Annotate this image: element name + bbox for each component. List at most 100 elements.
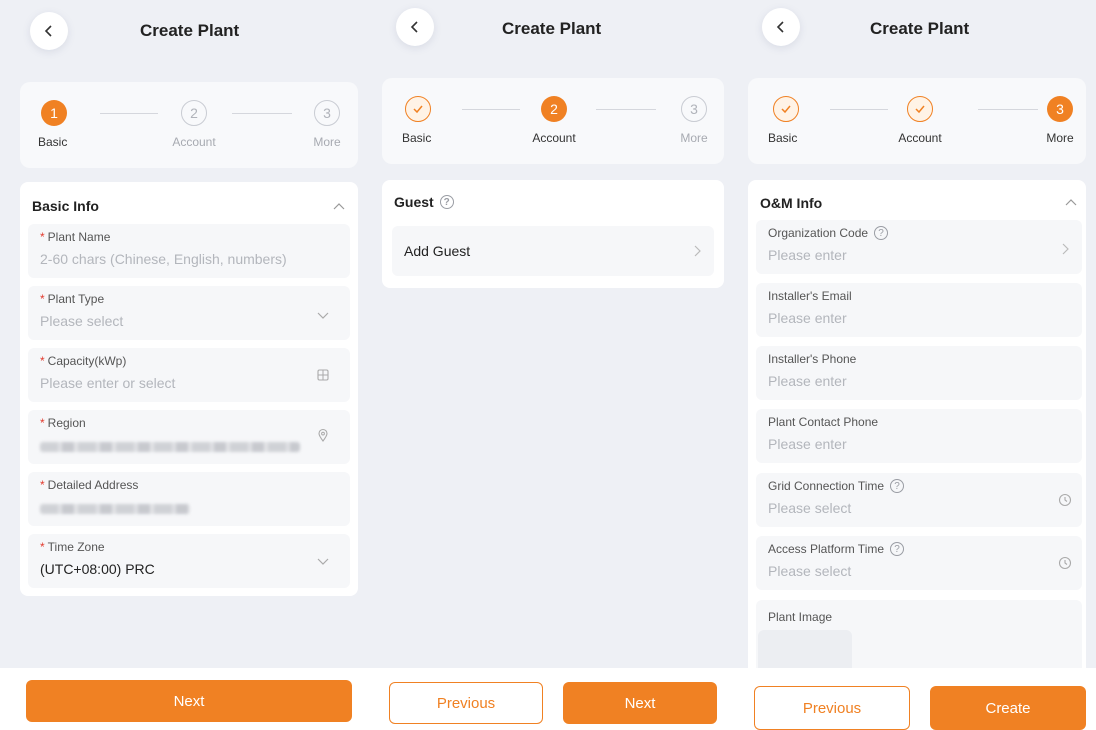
check-icon (413, 105, 423, 114)
plant-name-field[interactable]: * Plant Name 2-60 chars (Chinese, English… (28, 224, 350, 278)
plant-type-placeholder: Please select (40, 313, 124, 329)
step-label: More (313, 135, 341, 149)
field-label: Organization Code? (768, 226, 889, 240)
access-platform-time-label: Access Platform Time (768, 542, 885, 556)
step-more: 3 More (302, 100, 352, 149)
basic-info-card: Basic Info * Plant Name 2-60 chars (Chine… (20, 182, 358, 596)
field-label: Access Platform Time? (768, 542, 905, 556)
step-connector (232, 113, 292, 114)
step-number: 2 (181, 100, 207, 126)
header: Create Plant (0, 0, 368, 64)
step-label: Basic (38, 135, 68, 149)
step-number (405, 96, 431, 122)
screen-account-step: Create Plant Basic 2 Account 3 More Gues… (368, 0, 736, 730)
header: Create Plant (368, 0, 736, 64)
step-basic: 1 Basic (30, 100, 78, 149)
step-label: Basic (768, 131, 798, 145)
add-guest-row[interactable]: Add Guest (392, 226, 714, 276)
stepper: Basic 2 Account 3 More (382, 78, 724, 164)
installer-phone-placeholder: Please enter (768, 373, 847, 389)
back-button[interactable] (762, 8, 800, 46)
plant-type-field[interactable]: * Plant Type Please select (28, 286, 350, 340)
required-mark: * (40, 354, 45, 368)
grid-connection-time-label: Grid Connection Time (768, 479, 885, 493)
back-button[interactable] (30, 12, 68, 50)
plant-image-label: Plant Image (768, 610, 833, 624)
plant-type-label: Plant Type (47, 292, 105, 306)
create-button[interactable]: Create (930, 686, 1086, 730)
previous-button[interactable]: Previous (389, 682, 543, 724)
help-circle-icon[interactable]: ? (874, 226, 889, 240)
chevron-right-icon (1062, 243, 1069, 255)
step-basic: Basic (398, 96, 438, 145)
plant-contact-phone-placeholder: Please enter (768, 436, 847, 452)
step-number (773, 96, 799, 122)
step-number: 2 (541, 96, 567, 122)
screen-basic-step: Create Plant 1 Basic 2 Account 3 More Ba… (0, 0, 368, 730)
field-label: * Plant Name (40, 230, 110, 244)
chevron-up-icon[interactable] (1064, 196, 1078, 210)
organization-code-label: Organization Code (768, 226, 869, 240)
section-title: Basic Info (32, 198, 99, 214)
plant-contact-phone-field[interactable]: Plant Contact Phone Please enter (756, 409, 1082, 463)
guest-title: Guest ? (394, 194, 454, 210)
stepper: Basic Account 3 More (748, 78, 1086, 164)
help-circle-icon[interactable]: ? (890, 542, 905, 556)
field-label: Grid Connection Time? (768, 479, 905, 493)
access-platform-time-placeholder: Please select (768, 563, 852, 579)
om-info-card: O&M Info Organization Code? Please enter… (748, 180, 1086, 700)
screen-more-step: Create Plant Basic Account 3 More O&M In… (736, 0, 1096, 730)
step-account: Account (890, 96, 950, 145)
next-button[interactable]: Next (26, 680, 352, 722)
installer-email-field[interactable]: Installer's Email Please enter (756, 283, 1082, 337)
step-label: Account (532, 131, 576, 145)
installer-phone-label: Installer's Phone (768, 352, 857, 366)
detailed-address-field[interactable]: * Detailed Address (28, 472, 350, 526)
chevron-left-icon (44, 25, 52, 37)
help-circle-icon[interactable]: ? (439, 195, 454, 209)
guest-card: Guest ? Add Guest (382, 180, 724, 288)
header: Create Plant (736, 0, 1096, 64)
chevron-up-icon[interactable] (332, 200, 346, 214)
time-zone-field[interactable]: * Time Zone (UTC+08:00) PRC (28, 534, 350, 588)
help-circle-icon[interactable]: ? (890, 479, 905, 493)
step-connector (596, 109, 656, 110)
capacity-field[interactable]: * Capacity(kWp) Please enter or select (28, 348, 350, 402)
previous-button[interactable]: Previous (754, 686, 910, 730)
grid-connection-time-field[interactable]: Grid Connection Time? Please select (756, 473, 1082, 527)
chevron-down-icon (317, 558, 329, 565)
step-account: 2 Account (524, 96, 584, 145)
step-number: 1 (41, 100, 67, 126)
stepper: 1 Basic 2 Account 3 More (20, 82, 358, 168)
calculator-icon[interactable] (316, 368, 330, 382)
capacity-label: Capacity(kWp) (47, 354, 127, 368)
step-connector (100, 113, 158, 114)
organization-code-field[interactable]: Organization Code? Please enter (756, 220, 1082, 274)
access-platform-time-field[interactable]: Access Platform Time? Please select (756, 536, 1082, 590)
location-pin-icon[interactable] (316, 428, 330, 442)
required-mark: * (40, 478, 45, 492)
field-label: * Detailed Address (40, 478, 138, 492)
check-icon (915, 105, 925, 114)
region-field[interactable]: * Region (28, 410, 350, 464)
installer-email-placeholder: Please enter (768, 310, 847, 326)
step-label: Account (898, 131, 942, 145)
next-button[interactable]: Next (563, 682, 717, 724)
check-icon (781, 105, 791, 114)
grid-connection-time-placeholder: Please select (768, 500, 852, 516)
clock-icon (1058, 556, 1072, 570)
step-basic: Basic (766, 96, 806, 145)
step-label: More (680, 131, 708, 145)
chevron-left-icon (776, 21, 784, 33)
step-more: 3 More (674, 96, 714, 145)
add-guest-label: Add Guest (404, 243, 471, 259)
installer-phone-field[interactable]: Installer's Phone Please enter (756, 346, 1082, 400)
field-label: * Plant Type (40, 292, 104, 306)
plant-contact-phone-label: Plant Contact Phone (768, 415, 879, 429)
plant-name-placeholder: 2-60 chars (Chinese, English, numbers) (40, 251, 287, 267)
plant-name-label: Plant Name (47, 230, 111, 244)
clock-icon (1058, 493, 1072, 507)
page-title: Create Plant (870, 19, 970, 38)
back-button[interactable] (396, 8, 434, 46)
address-value-redacted (40, 504, 190, 514)
